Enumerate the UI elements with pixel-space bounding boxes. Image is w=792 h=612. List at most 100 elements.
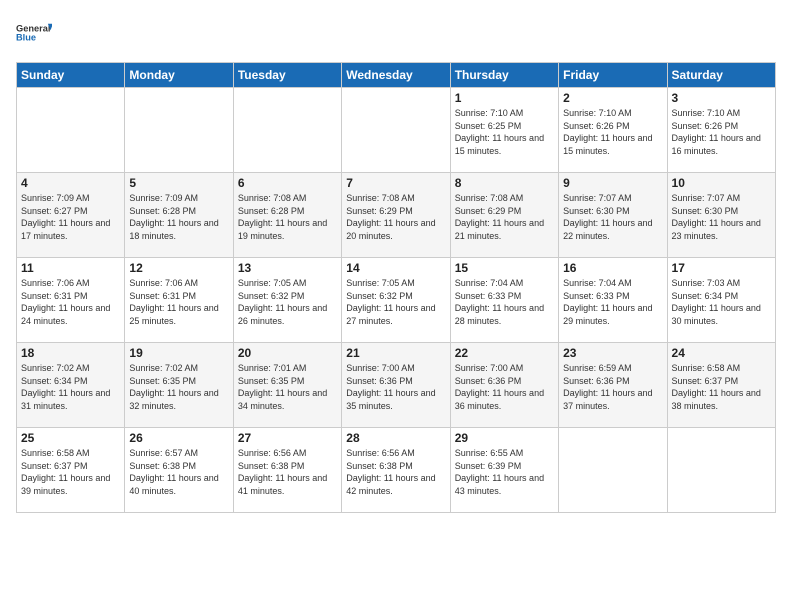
day-header-thursday: Thursday [450, 63, 558, 88]
day-info: Sunrise: 6:56 AMSunset: 6:38 PMDaylight:… [346, 447, 445, 497]
calendar-cell: 16 Sunrise: 7:04 AMSunset: 6:33 PMDayligh… [559, 258, 667, 343]
day-info: Sunrise: 7:04 AMSunset: 6:33 PMDaylight:… [563, 277, 662, 327]
day-number: 15 [455, 261, 554, 275]
day-header-tuesday: Tuesday [233, 63, 341, 88]
day-header-sunday: Sunday [17, 63, 125, 88]
day-number: 17 [672, 261, 771, 275]
calendar-cell: 17 Sunrise: 7:03 AMSunset: 6:34 PMDayligh… [667, 258, 775, 343]
day-number: 21 [346, 346, 445, 360]
day-number: 23 [563, 346, 662, 360]
day-header-monday: Monday [125, 63, 233, 88]
calendar-header: SundayMondayTuesdayWednesdayThursdayFrid… [17, 63, 776, 88]
day-number: 29 [455, 431, 554, 445]
calendar-cell: 23 Sunrise: 6:59 AMSunset: 6:36 PMDayligh… [559, 343, 667, 428]
logo-svg: General Blue [16, 16, 52, 52]
day-info: Sunrise: 6:56 AMSunset: 6:38 PMDaylight:… [238, 447, 337, 497]
calendar-cell [233, 88, 341, 173]
calendar-cell: 22 Sunrise: 7:00 AMSunset: 6:36 PMDayligh… [450, 343, 558, 428]
day-info: Sunrise: 7:06 AMSunset: 6:31 PMDaylight:… [129, 277, 228, 327]
calendar-cell: 25 Sunrise: 6:58 AMSunset: 6:37 PMDayligh… [17, 428, 125, 513]
calendar-cell: 13Sunrise: 7:05 AMSunset: 6:32 PMDayligh… [233, 258, 341, 343]
day-info: Sunrise: 7:10 AMSunset: 6:25 PMDaylight:… [455, 107, 554, 157]
svg-text:Blue: Blue [16, 33, 36, 43]
calendar-cell: 7 Sunrise: 7:08 AMSunset: 6:29 PMDaylight… [342, 173, 450, 258]
day-number: 18 [21, 346, 120, 360]
day-info: Sunrise: 7:01 AMSunset: 6:35 PMDaylight:… [238, 362, 337, 412]
calendar-cell: 5 Sunrise: 7:09 AMSunset: 6:28 PMDaylight… [125, 173, 233, 258]
day-number: 27 [238, 431, 337, 445]
day-number: 6 [238, 176, 337, 190]
day-info: Sunrise: 6:58 AMSunset: 6:37 PMDaylight:… [672, 362, 771, 412]
day-info: Sunrise: 7:03 AMSunset: 6:34 PMDaylight:… [672, 277, 771, 327]
calendar-cell: 29 Sunrise: 6:55 AMSunset: 6:39 PMDayligh… [450, 428, 558, 513]
day-number: 4 [21, 176, 120, 190]
day-header-saturday: Saturday [667, 63, 775, 88]
calendar-cell: 18 Sunrise: 7:02 AMSunset: 6:34 PMDayligh… [17, 343, 125, 428]
calendar-cell: 11 Sunrise: 7:06 AMSunset: 6:31 PMDayligh… [17, 258, 125, 343]
day-info: Sunrise: 6:59 AMSunset: 6:36 PMDaylight:… [563, 362, 662, 412]
day-info: Sunrise: 7:08 AMSunset: 6:29 PMDaylight:… [455, 192, 554, 242]
day-info: Sunrise: 7:08 AMSunset: 6:28 PMDaylight:… [238, 192, 337, 242]
calendar-cell [125, 88, 233, 173]
day-header-wednesday: Wednesday [342, 63, 450, 88]
day-number: 11 [21, 261, 120, 275]
calendar-cell: 15 Sunrise: 7:04 AMSunset: 6:33 PMDayligh… [450, 258, 558, 343]
calendar-cell: 27 Sunrise: 6:56 AMSunset: 6:38 PMDayligh… [233, 428, 341, 513]
calendar-cell: 28 Sunrise: 6:56 AMSunset: 6:38 PMDayligh… [342, 428, 450, 513]
day-number: 2 [563, 91, 662, 105]
calendar-cell [342, 88, 450, 173]
calendar-cell [559, 428, 667, 513]
calendar-cell: 14 Sunrise: 7:05 AMSunset: 6:32 PMDayligh… [342, 258, 450, 343]
svg-text:General: General [16, 23, 50, 33]
day-number: 28 [346, 431, 445, 445]
calendar-cell: 1Sunrise: 7:10 AMSunset: 6:25 PMDaylight… [450, 88, 558, 173]
calendar-cell: 4 Sunrise: 7:09 AMSunset: 6:27 PMDaylight… [17, 173, 125, 258]
calendar-table: SundayMondayTuesdayWednesdayThursdayFrid… [16, 62, 776, 513]
calendar-cell: 24 Sunrise: 6:58 AMSunset: 6:37 PMDayligh… [667, 343, 775, 428]
calendar-cell: 10Sunrise: 7:07 AMSunset: 6:30 PMDayligh… [667, 173, 775, 258]
day-header-friday: Friday [559, 63, 667, 88]
day-number: 19 [129, 346, 228, 360]
day-info: Sunrise: 7:00 AMSunset: 6:36 PMDaylight:… [346, 362, 445, 412]
calendar-cell: 6 Sunrise: 7:08 AMSunset: 6:28 PMDaylight… [233, 173, 341, 258]
logo: General Blue [16, 16, 52, 52]
calendar-cell: 3 Sunrise: 7:10 AMSunset: 6:26 PMDaylight… [667, 88, 775, 173]
day-number: 13 [238, 261, 337, 275]
day-number: 24 [672, 346, 771, 360]
day-number: 7 [346, 176, 445, 190]
page-container: General Blue SundayMondayTuesdayWednesda… [0, 0, 792, 521]
day-info: Sunrise: 7:06 AMSunset: 6:31 PMDaylight:… [21, 277, 120, 327]
day-info: Sunrise: 7:04 AMSunset: 6:33 PMDaylight:… [455, 277, 554, 327]
day-info: Sunrise: 7:10 AMSunset: 6:26 PMDaylight:… [672, 107, 771, 157]
calendar-cell: 12Sunrise: 7:06 AMSunset: 6:31 PMDayligh… [125, 258, 233, 343]
day-number: 26 [129, 431, 228, 445]
day-info: Sunrise: 7:09 AMSunset: 6:28 PMDaylight:… [129, 192, 228, 242]
calendar-cell: 20 Sunrise: 7:01 AMSunset: 6:35 PMDayligh… [233, 343, 341, 428]
day-info: Sunrise: 7:07 AMSunset: 6:30 PMDaylight:… [672, 192, 771, 242]
day-info: Sunrise: 7:08 AMSunset: 6:29 PMDaylight:… [346, 192, 445, 242]
day-info: Sunrise: 7:02 AMSunset: 6:34 PMDaylight:… [21, 362, 120, 412]
day-info: Sunrise: 7:00 AMSunset: 6:36 PMDaylight:… [455, 362, 554, 412]
day-info: Sunrise: 7:10 AMSunset: 6:26 PMDaylight:… [563, 107, 662, 157]
day-info: Sunrise: 7:02 AMSunset: 6:35 PMDaylight:… [129, 362, 228, 412]
day-number: 16 [563, 261, 662, 275]
day-number: 8 [455, 176, 554, 190]
day-info: Sunrise: 6:58 AMSunset: 6:37 PMDaylight:… [21, 447, 120, 497]
day-number: 22 [455, 346, 554, 360]
day-number: 20 [238, 346, 337, 360]
calendar-cell [17, 88, 125, 173]
calendar-cell: 2 Sunrise: 7:10 AMSunset: 6:26 PMDaylight… [559, 88, 667, 173]
calendar-cell: 8 Sunrise: 7:08 AMSunset: 6:29 PMDaylight… [450, 173, 558, 258]
day-info: Sunrise: 6:55 AMSunset: 6:39 PMDaylight:… [455, 447, 554, 497]
calendar-cell: 19 Sunrise: 7:02 AMSunset: 6:35 PMDayligh… [125, 343, 233, 428]
day-number: 14 [346, 261, 445, 275]
day-number: 3 [672, 91, 771, 105]
calendar-cell: 21 Sunrise: 7:00 AMSunset: 6:36 PMDayligh… [342, 343, 450, 428]
header: General Blue [16, 16, 776, 52]
day-number: 5 [129, 176, 228, 190]
day-info: Sunrise: 7:05 AMSunset: 6:32 PMDaylight:… [346, 277, 445, 327]
day-info: Sunrise: 7:09 AMSunset: 6:27 PMDaylight:… [21, 192, 120, 242]
day-number: 9 [563, 176, 662, 190]
day-number: 25 [21, 431, 120, 445]
day-info: Sunrise: 6:57 AMSunset: 6:38 PMDaylight:… [129, 447, 228, 497]
